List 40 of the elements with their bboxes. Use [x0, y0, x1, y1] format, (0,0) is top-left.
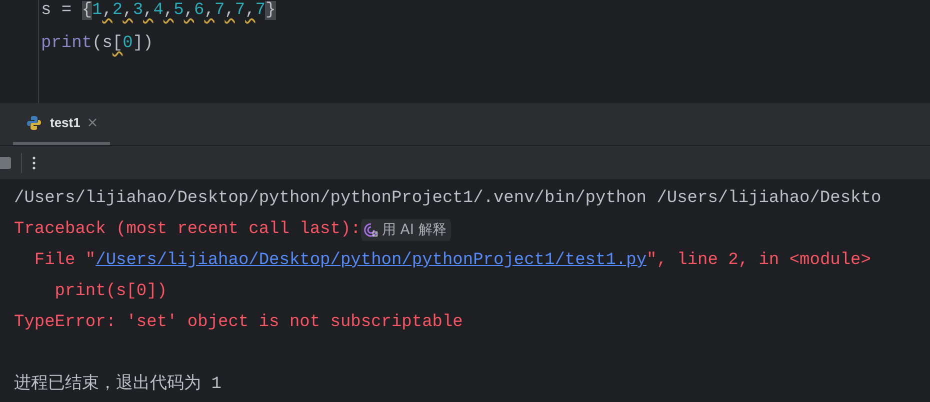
code-token: [ [112, 34, 123, 53]
code-token: 2 [112, 1, 123, 20]
file-link[interactable]: /Users/lijiahao/Desktop/python/pythonProject1/test1.py [96, 245, 647, 276]
code-token: , [122, 1, 133, 20]
code-token: (s [92, 34, 112, 53]
ai-explain-button[interactable]: 用 AI 解释 [360, 218, 452, 240]
python-logo-icon [26, 114, 42, 130]
error-text: TypeError: 'set' object is not subscriptable [14, 312, 463, 334]
code-token: } [265, 1, 276, 20]
more-options-icon[interactable] [32, 156, 36, 170]
code-token: , [224, 1, 235, 20]
code-token: s [41, 1, 52, 20]
code-token: , [143, 1, 154, 20]
code-token: ]) [132, 34, 154, 53]
code-token: print [41, 34, 92, 53]
code-token: 5 [174, 1, 184, 20]
error-text: print(s[0]) [54, 281, 168, 303]
error-text: Traceback (most recent call last): [14, 219, 361, 241]
code-token: { [82, 1, 92, 20]
code-token: 4 [153, 1, 164, 20]
code-token: 3 [132, 1, 144, 20]
console-output-text: 进程已结束，退出代码为 1 [14, 373, 222, 396]
error-text: ", line 2, in <module> [646, 250, 871, 272]
code-token: 1 [92, 1, 102, 20]
code-token: , [184, 1, 194, 20]
code-token: 7 [255, 1, 266, 20]
close-icon[interactable] [88, 118, 98, 127]
code-token: 7 [214, 1, 225, 20]
code-token: 6 [194, 1, 204, 20]
ai-swirl-icon [362, 222, 379, 238]
code-token: 0 [122, 34, 133, 53]
code-token: , [204, 1, 214, 20]
code-token: 7 [234, 1, 246, 20]
code-token: = [60, 1, 73, 20]
code-token: , [245, 1, 256, 20]
code-token: , [102, 1, 112, 20]
stop-icon[interactable] [0, 156, 11, 168]
error-text: File " [33, 250, 96, 272]
code-token: , [163, 1, 174, 20]
console-output-text: /Users/lijiahao/Desktop/python/pythonProject1/.venv/bin/python /Users/lijiahao/Deskto [14, 188, 882, 210]
